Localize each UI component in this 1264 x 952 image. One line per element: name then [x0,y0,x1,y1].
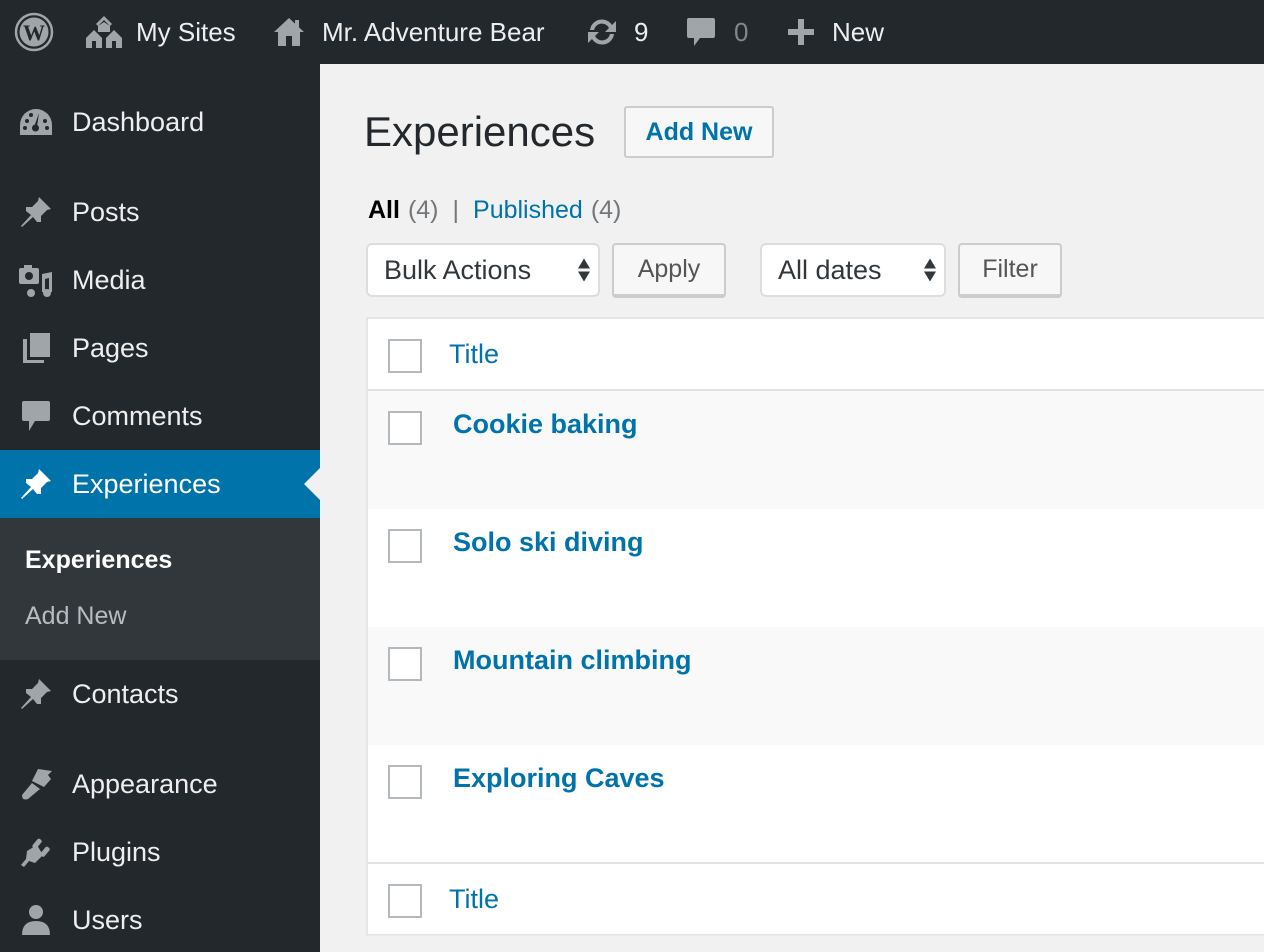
sidebar-item-users[interactable]: Users [0,886,320,952]
wordpress-logo-button[interactable]: W [14,0,54,64]
posts-table: Title Cookie baking Solo ski diving Moun… [366,317,1264,935]
brush-icon [18,766,54,802]
sidebar-item-label: Users [72,904,143,935]
sidebar-item-label: Dashboard [72,106,205,137]
date-filter-select[interactable]: All dates [760,243,946,297]
sidebar-item-appearance[interactable]: Appearance [0,750,320,818]
view-published-count: (4) [590,196,622,224]
sidebar-item-label: Pages [72,332,149,363]
wordpress-logo-icon: W [14,12,54,52]
pin-icon [18,466,54,502]
sidebar-item-plugins[interactable]: Plugins [0,818,320,886]
dashboard-icon [18,104,54,140]
apply-button[interactable]: Apply [612,243,726,298]
row-checkbox[interactable] [388,765,422,799]
site-name-menu[interactable]: Mr. Adventure Bear [272,0,545,64]
row-checkbox[interactable] [388,647,422,681]
select-all-checkbox[interactable] [388,339,422,373]
select-arrows-icon [924,258,936,282]
sidebar-item-label: Media [72,264,146,295]
title-column-footer[interactable]: Title [449,884,499,915]
updates-icon [584,16,620,48]
plugin-icon [18,834,54,870]
table-row: Mountain climbing [368,627,1264,745]
sidebar-item-label: Contacts [72,678,179,709]
view-all-link[interactable]: All [368,196,400,225]
sidebar-item-posts[interactable]: Posts [0,178,320,246]
pages-icon [18,330,54,366]
sidebar-item-label: Comments [72,400,203,431]
table-footer: Title [368,862,1264,934]
view-separator: | [452,196,460,224]
site-name-label: Mr. Adventure Bear [322,16,545,47]
table-row: Solo ski diving [368,509,1264,627]
view-published-link[interactable]: Published [473,196,583,225]
my-sites-icon [84,14,124,50]
page-title: Experiences [364,108,596,155]
view-filters: All (4) | Published (4) [368,196,621,225]
filter-button[interactable]: Filter [958,243,1062,298]
row-title-link[interactable]: Solo ski diving [453,527,644,558]
sidebar-item-label: Plugins [72,836,161,867]
admin-sidebar: Dashboard Posts Media Pages Comments Exp… [0,64,320,952]
updates-button[interactable]: 9 [584,0,648,64]
sidebar-item-label: Experiences [72,468,221,499]
new-label: New [832,16,885,47]
table-row: Exploring Caves [368,745,1264,863]
table-row: Cookie baking [368,391,1264,509]
updates-count: 9 [634,16,649,47]
pin-icon [18,194,54,230]
bulk-actions-select[interactable]: Bulk Actions [366,243,600,297]
title-column-header[interactable]: Title [449,339,499,370]
sidebar-item-dashboard[interactable]: Dashboard [0,88,320,156]
select-all-checkbox-footer[interactable] [388,884,422,918]
table-header: Title [368,319,1264,391]
comment-icon [18,398,54,434]
home-icon [272,15,306,49]
pin-icon [18,676,54,712]
row-title-link[interactable]: Cookie baking [453,409,638,440]
submenu-item-add-new[interactable]: Add New [25,602,126,631]
submenu-item-experiences[interactable]: Experiences [25,546,172,575]
sidebar-item-media[interactable]: Media [0,246,320,314]
sidebar-item-comments[interactable]: Comments [0,382,320,450]
row-title-link[interactable]: Exploring Caves [453,763,665,794]
sidebar-item-experiences[interactable]: Experiences [0,450,320,518]
my-sites-menu[interactable]: My Sites [84,0,236,64]
select-arrows-icon [578,258,590,282]
date-filter-value: All dates [778,254,882,285]
media-icon [18,262,54,298]
sidebar-item-label: Appearance [72,768,218,799]
new-content-button[interactable]: New [786,0,884,64]
add-new-button[interactable]: Add New [624,106,774,158]
row-checkbox[interactable] [388,411,422,445]
comment-icon [686,16,716,48]
sidebar-item-contacts[interactable]: Contacts [0,660,320,728]
sidebar-item-label: Posts [72,196,140,227]
view-all-count: (4) [407,196,439,224]
user-icon [18,902,54,938]
sidebar-item-pages[interactable]: Pages [0,314,320,382]
bulk-actions-value: Bulk Actions [384,254,532,285]
experiences-submenu: Experiences Add New [0,518,320,660]
row-checkbox[interactable] [388,529,422,563]
comments-count: 0 [734,16,749,47]
comments-button[interactable]: 0 [686,0,748,64]
plus-icon [786,17,816,47]
svg-text:W: W [23,20,45,45]
my-sites-label: My Sites [136,16,236,47]
admin-bar: W My Sites Mr. Adventure Bear 9 0 New [0,0,1264,64]
row-title-link[interactable]: Mountain climbing [453,645,691,676]
